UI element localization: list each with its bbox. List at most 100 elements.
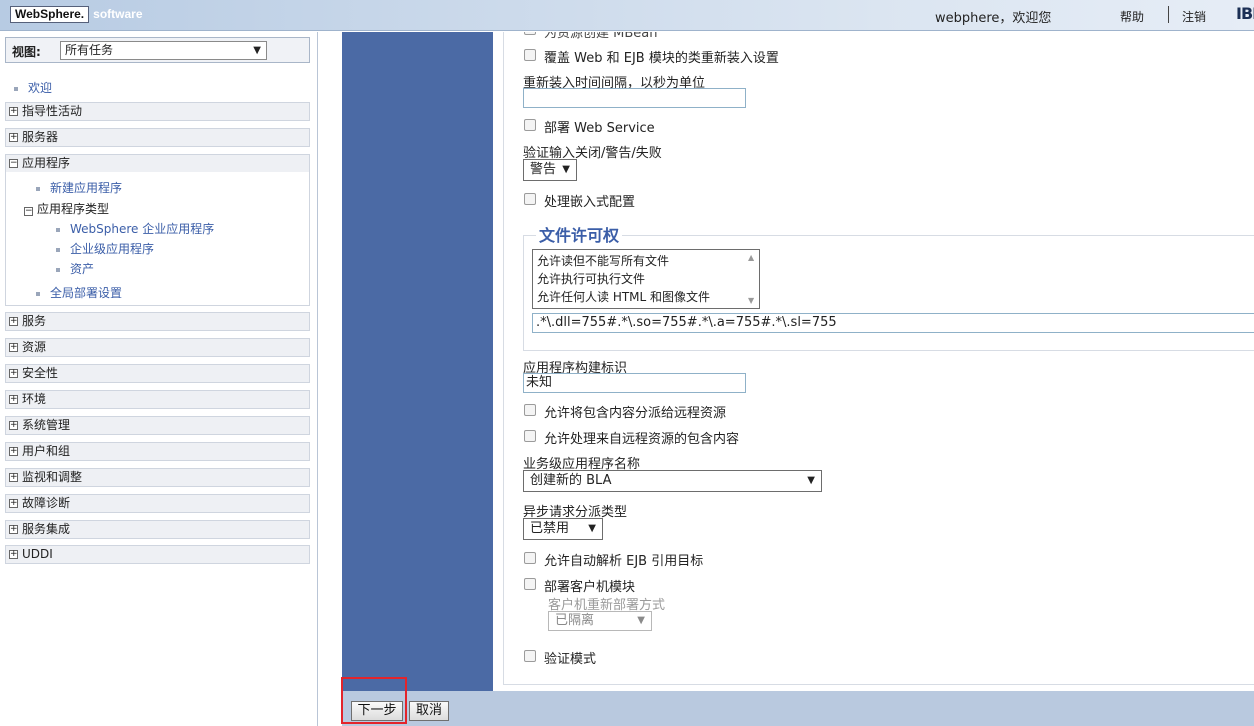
nav-application-types[interactable]: − 应用程序类型	[24, 200, 109, 217]
nav-global-deploy-settings[interactable]: 全局部署设置	[36, 284, 122, 301]
top-banner: WebSphere. software webphere，欢迎您 帮助 注销 I…	[0, 0, 1254, 31]
cancel-button[interactable]: 取消	[409, 701, 449, 721]
process-embedded-checkbox[interactable]	[524, 193, 536, 205]
validate-mode-checkbox[interactable]	[524, 650, 536, 662]
nav-section-uddi[interactable]: + UDDI	[5, 545, 310, 564]
nav-section-guided[interactable]: + 指导性活动	[5, 102, 310, 121]
list-item[interactable]: 允许读但不能写所有文件	[537, 252, 669, 269]
dropdown-arrow-icon: ▼	[637, 615, 645, 626]
list-item[interactable]: 允许执行可执行文件	[537, 270, 645, 287]
logout-link[interactable]: 注销	[1182, 8, 1206, 25]
nav-section-label: 用户和组	[22, 444, 71, 458]
validate-input-select[interactable]: 警告 ▼	[523, 159, 577, 181]
nav-section-service-integration[interactable]: + 服务集成	[5, 520, 310, 539]
wizard-steps-column	[342, 32, 493, 691]
banner-divider	[1168, 6, 1169, 23]
file-permissions-input[interactable]: .*\.dll=755#.*\.so=755#.*\.a=755#.*\.sl=…	[532, 313, 1254, 333]
collapse-icon: −	[9, 158, 18, 168]
reload-interval-input[interactable]	[523, 88, 746, 108]
deploy-client-checkbox[interactable]	[524, 578, 536, 590]
nav-section-security[interactable]: + 安全性	[5, 364, 310, 383]
nav-section-label: 系统管理	[22, 418, 71, 432]
nav-section-label: 环境	[22, 392, 47, 406]
dropdown-arrow-icon: ▼	[588, 523, 596, 534]
async-dispatch-value: 已禁用	[530, 521, 570, 536]
dropdown-arrow-icon: ▼	[562, 164, 570, 175]
scroll-down-icon[interactable]: ▼	[748, 296, 754, 305]
nav-websphere-apps[interactable]: WebSphere 企业应用程序	[56, 220, 214, 237]
override-reload-checkbox[interactable]	[524, 49, 536, 61]
nav-item-label: 新建应用程序	[50, 181, 123, 195]
nav-section-servers[interactable]: + 服务器	[5, 128, 310, 147]
nav-section-label: 安全性	[22, 366, 59, 380]
client-redeploy-value: 已隔离	[555, 613, 595, 628]
create-mbeans-label: 为资源创建 MBean	[544, 32, 658, 41]
expand-icon: +	[9, 342, 18, 352]
async-dispatch-select[interactable]: 已禁用 ▼	[523, 518, 603, 540]
logo-brand: WebSphere.	[10, 5, 90, 23]
expand-icon: +	[9, 106, 18, 116]
nav-section-system-admin[interactable]: + 系统管理	[5, 416, 310, 435]
welcome-user-text: webphere，欢迎您	[935, 11, 1052, 26]
nav-section-applications[interactable]: − 应用程序	[5, 154, 310, 173]
nav-section-label: UDDI	[22, 547, 53, 561]
list-item[interactable]: 允许任何人读 HTML 和图像文件	[537, 288, 710, 305]
nav-item-label: WebSphere 企业应用程序	[70, 222, 215, 236]
nav-section-label: 监视和调整	[22, 470, 83, 484]
applications-subtree: 新建应用程序 − 应用程序类型 WebSphere 企业应用程序 企业级应用程序 …	[5, 172, 310, 306]
nav-section-label: 指导性活动	[22, 104, 83, 118]
nav-section-label: 服务器	[22, 130, 59, 144]
allow-process-checkbox[interactable]	[524, 430, 536, 442]
nav-section-environment[interactable]: + 环境	[5, 390, 310, 409]
create-mbeans-checkbox[interactable]	[524, 32, 536, 35]
nav-section-label: 服务集成	[22, 522, 71, 536]
bullet-icon	[56, 227, 60, 232]
nav-section-label: 故障诊断	[22, 496, 71, 510]
nav-section-monitoring[interactable]: + 监视和调整	[5, 468, 310, 487]
client-redeploy-select[interactable]: 已隔离 ▼	[548, 611, 652, 631]
ibm-logo: IBM	[1236, 4, 1254, 23]
install-options-form: 为资源创建 MBean 覆盖 Web 和 EJB 模块的类重新装入设置 重新装入…	[493, 32, 1254, 691]
ejb-resolve-checkbox[interactable]	[524, 552, 536, 564]
allow-dispatch-checkbox[interactable]	[524, 404, 536, 416]
nav-item-label: 应用程序类型	[37, 202, 110, 216]
nav-welcome[interactable]: 欢迎	[14, 79, 52, 96]
bullet-icon	[56, 247, 60, 252]
allow-process-label: 允许处理来自远程资源的包含内容	[544, 432, 740, 447]
nav-business-apps[interactable]: 企业级应用程序	[56, 240, 154, 257]
websphere-logo: WebSphere. software	[10, 4, 143, 24]
expand-icon: +	[9, 446, 18, 456]
scroll-up-icon[interactable]: ▲	[748, 253, 754, 262]
file-permissions-listbox[interactable]: 允许读但不能写所有文件 允许执行可执行文件 允许任何人读 HTML 和图像文件 …	[532, 249, 760, 309]
logo-software: software	[93, 7, 143, 21]
help-link[interactable]: 帮助	[1120, 8, 1144, 25]
deploy-webservice-checkbox[interactable]	[524, 119, 536, 131]
listbox-scrollbar[interactable]: ▲ ▼	[745, 250, 759, 308]
nav-new-application[interactable]: 新建应用程序	[36, 179, 122, 196]
nav-section-label: 应用程序	[22, 156, 71, 170]
expand-icon: +	[9, 394, 18, 404]
wizard-button-bar: 下一步 取消	[342, 691, 1254, 726]
override-reload-label: 覆盖 Web 和 EJB 模块的类重新装入设置	[544, 51, 779, 66]
bullet-icon	[14, 86, 18, 91]
bla-name-select[interactable]: 创建新的 BLA ▼	[523, 470, 822, 492]
bla-name-value: 创建新的 BLA	[530, 473, 612, 488]
view-select[interactable]: 所有任务 ▼	[60, 41, 267, 60]
nav-section-services[interactable]: + 服务	[5, 312, 310, 331]
process-embedded-label: 处理嵌入式配置	[544, 195, 636, 210]
file-permissions-legend: 文件许可权	[536, 222, 623, 246]
nav-section-label: 服务	[22, 314, 47, 328]
bullet-icon	[56, 267, 60, 272]
nav-section-users-groups[interactable]: + 用户和组	[5, 442, 310, 461]
expand-icon: +	[9, 498, 18, 508]
nav-section-troubleshooting[interactable]: + 故障诊断	[5, 494, 310, 513]
build-id-input[interactable]: 未知	[523, 373, 746, 393]
view-label: 视图:	[12, 45, 41, 59]
collapse-icon: −	[24, 206, 33, 216]
bullet-icon	[36, 291, 40, 296]
nav-assets[interactable]: 资产	[56, 260, 94, 277]
dropdown-arrow-icon: ▼	[807, 475, 815, 486]
next-button-highlight	[341, 677, 407, 724]
nav-section-resources[interactable]: + 资源	[5, 338, 310, 357]
view-select-value: 所有任务	[65, 43, 114, 57]
